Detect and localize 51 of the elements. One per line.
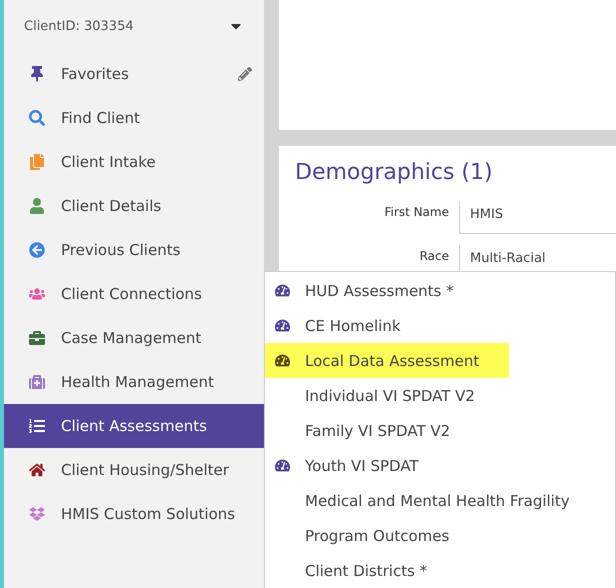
sidebar-label: Client Connections [61,285,203,303]
pin-icon [28,66,44,82]
section-title: Demographics (1) [295,160,494,185]
menu-item[interactable]: Family VI SPDAT V2 [265,413,615,448]
gauge-icon [275,318,290,333]
menu-item[interactable]: Program Outcomes [265,518,615,553]
sidebar-item[interactable]: HMIS Custom Solutions [4,492,264,536]
sidebar-item[interactable]: Client Assessments [4,404,264,448]
gauge-icon [275,283,290,298]
sidebar-label: Client Housing/Shelter [61,461,230,479]
document-icon [28,154,44,170]
back-arrow-icon [28,242,44,258]
menu-item[interactable]: Local Data Assessment [265,343,509,378]
sidebar-item[interactable]: Client Intake [4,140,264,184]
client-id: ClientID: 303354 [24,18,134,34]
gauge-icon [275,458,290,473]
menu-item[interactable]: Client Districts * [265,553,615,588]
numbered-list-icon [28,418,44,434]
field-value: HMIS [459,201,616,234]
house-icon [28,462,44,478]
sidebar-label: Favorites [61,65,130,83]
people-icon [28,286,44,302]
sidebar-label: Client Assessments [61,417,208,435]
sidebar-label: Client Intake [61,153,157,171]
sidebar-item[interactable]: Case Management [4,316,264,360]
sidebar-item[interactable]: Previous Clients [4,228,264,272]
medkit-icon [28,374,44,390]
field-label: First Name [384,204,449,219]
boxes-icon [28,506,44,522]
sidebar-label: Case Management [61,329,202,347]
menu-item[interactable]: Medical and Mental Health Fragility [265,483,615,518]
sidebar-item[interactable]: Health Management [4,360,264,404]
user-icon [28,198,44,214]
sidebar-item[interactable]: Favorites [4,52,264,96]
sidebar-item[interactable]: Client Housing/Shelter [4,448,264,492]
sidebar-item[interactable]: Client Connections [4,272,264,316]
field-label: Race [418,248,449,263]
sidebar-label: Client Details [61,197,162,215]
menu-item[interactable]: Individual VI SPDAT V2 [265,378,615,413]
sidebar-item[interactable]: Find Client [4,96,264,140]
sidebar-item[interactable]: Client Details [4,184,264,228]
sidebar-label: Health Management [61,373,215,391]
pencil-icon[interactable] [238,67,252,81]
sidebar-label: Previous Clients [61,241,182,259]
search-icon [28,110,44,126]
gauge-icon [275,353,290,368]
sidebar-label: HMIS Custom Solutions [61,505,236,523]
sidebar-label: Find Client [61,109,141,127]
briefcase-icon [28,330,44,346]
menu-item[interactable]: Youth VI SPDAT [265,448,615,483]
menu-item[interactable]: CE Homelink [265,308,615,343]
